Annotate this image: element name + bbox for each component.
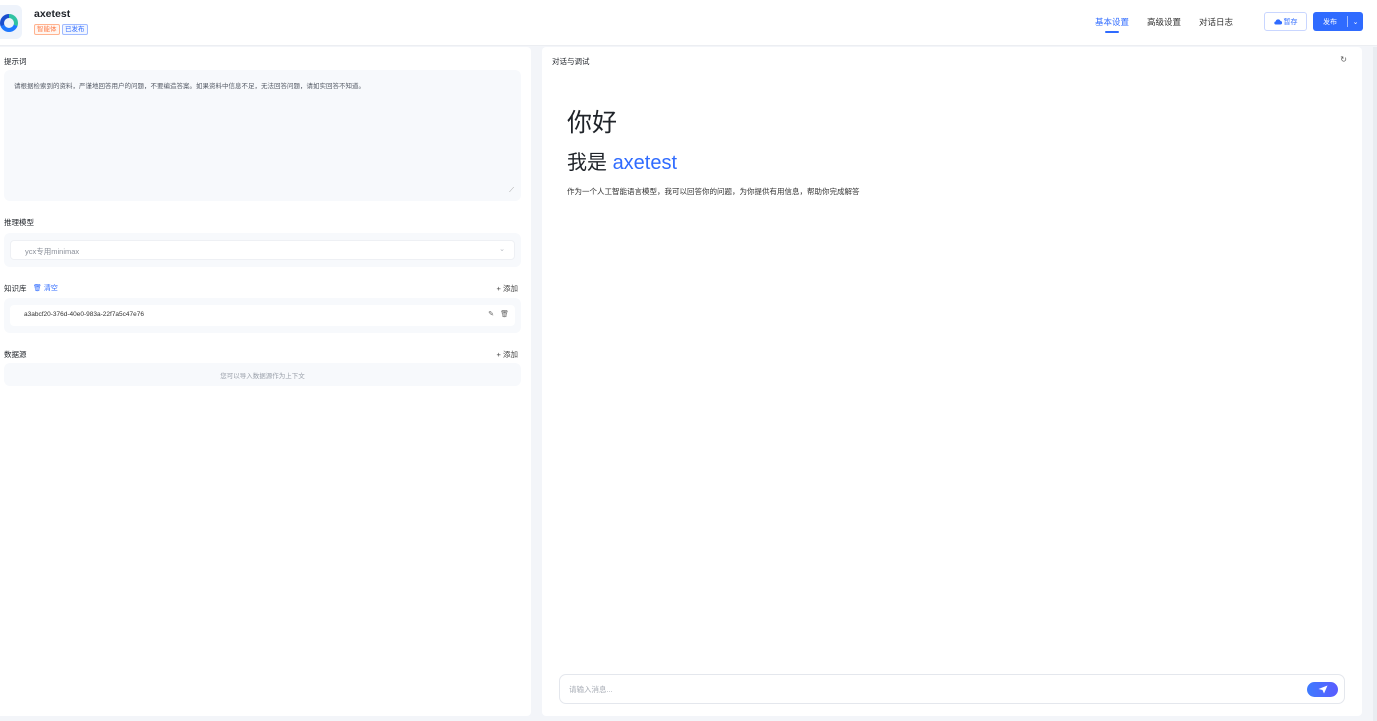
top-header: axetest 智能体 已发布 基本设置 高级设置 对话日志 暂存 发布 ⌄: [0, 0, 1377, 46]
scrollbar[interactable]: [1373, 47, 1377, 721]
knowledge-label: 知识库: [4, 284, 27, 293]
intro-name: axetest: [612, 152, 678, 174]
resize-handle-icon[interactable]: ⟋: [509, 187, 514, 195]
list-item[interactable]: a3abcf20-376d-40e0-983a-22f7a5c47e76 ✎ 🗑: [10, 305, 515, 326]
model-value: ycx专用minimax: [25, 247, 80, 256]
edit-icon[interactable]: ✎: [488, 310, 494, 318]
publish-label: 发布: [1323, 18, 1337, 26]
intro-text: 我是 axetest: [567, 146, 677, 175]
chevron-down-icon[interactable]: ⌄: [1348, 18, 1363, 26]
refresh-icon[interactable]: ↻: [1340, 55, 1347, 64]
trash-icon: 🗑: [33, 285, 42, 292]
intro-prefix: 我是: [567, 152, 613, 174]
knowledge-clear-label: 清空: [43, 285, 58, 292]
knowledge-add-button[interactable]: + 添加: [497, 283, 518, 294]
tab-basic-settings[interactable]: 基本设置: [1095, 16, 1129, 33]
published-tag: 已发布: [62, 24, 88, 35]
knowledge-item-id: a3abcf20-376d-40e0-983a-22f7a5c47e76: [24, 311, 144, 318]
datasource-add-button[interactable]: + 添加: [497, 349, 518, 360]
chat-debug-panel: 对话与调试 ↻ 你好 我是 axetest 作为一个人工智能语言模型，我可以回答…: [542, 47, 1362, 716]
config-panel: 提示词 请根据检索到的资料，严谨地回答用户的问题，不要编造答案。如果资料中信息不…: [0, 47, 531, 716]
agent-tag: 智能体: [34, 24, 60, 35]
model-section: ycx专用minimax ⌄: [4, 233, 521, 267]
intro-description: 作为一个人工智能语言模型，我可以回答你的问题，为你提供有用信息，帮助你完成解答: [567, 187, 860, 196]
save-draft-button[interactable]: 暂存: [1264, 12, 1307, 31]
datasource-add-label: 添加: [503, 350, 518, 359]
knowledge-clear-button[interactable]: 🗑 清空: [33, 283, 58, 293]
datasource-empty-box: 您可以导入数据源作为上下文: [4, 363, 521, 386]
datasource-empty-text: 您可以导入数据源作为上下文: [220, 372, 305, 380]
knowledge-list: a3abcf20-376d-40e0-983a-22f7a5c47e76 ✎ 🗑: [4, 298, 521, 333]
prompt-label: 提示词: [4, 57, 27, 66]
chat-title: 对话与调试: [552, 57, 590, 66]
prompt-textarea[interactable]: 请根据检索到的资料，严谨地回答用户的问题，不要编造答案。如果资料中信息不足，无法…: [4, 70, 521, 201]
chat-input-box: [559, 674, 1345, 704]
plus-icon: +: [496, 284, 501, 293]
plus-icon: +: [496, 350, 501, 359]
app-name: axetest: [34, 8, 71, 20]
cloud-icon: [1273, 18, 1282, 25]
chevron-down-icon: ⌄: [499, 246, 505, 253]
datasource-label: 数据源: [4, 350, 27, 359]
tab-chat-log[interactable]: 对话日志: [1199, 16, 1233, 28]
app-logo-icon: [0, 5, 22, 39]
greeting-text: 你好: [567, 109, 618, 137]
model-select[interactable]: ycx专用minimax ⌄: [10, 240, 515, 260]
save-draft-label: 暂存: [1283, 18, 1298, 26]
trash-icon[interactable]: 🗑: [500, 310, 509, 318]
send-button[interactable]: [1307, 682, 1338, 697]
prompt-text: 请根据检索到的资料，严谨地回答用户的问题，不要编造答案。如果资料中信息不足，无法…: [14, 83, 365, 90]
model-label: 推理模型: [4, 218, 34, 227]
tab-advanced-settings[interactable]: 高级设置: [1147, 16, 1181, 28]
publish-button[interactable]: 发布 ⌄: [1313, 12, 1363, 31]
chat-input[interactable]: [569, 680, 1269, 698]
knowledge-add-label: 添加: [503, 284, 518, 293]
send-icon: [1318, 685, 1327, 694]
